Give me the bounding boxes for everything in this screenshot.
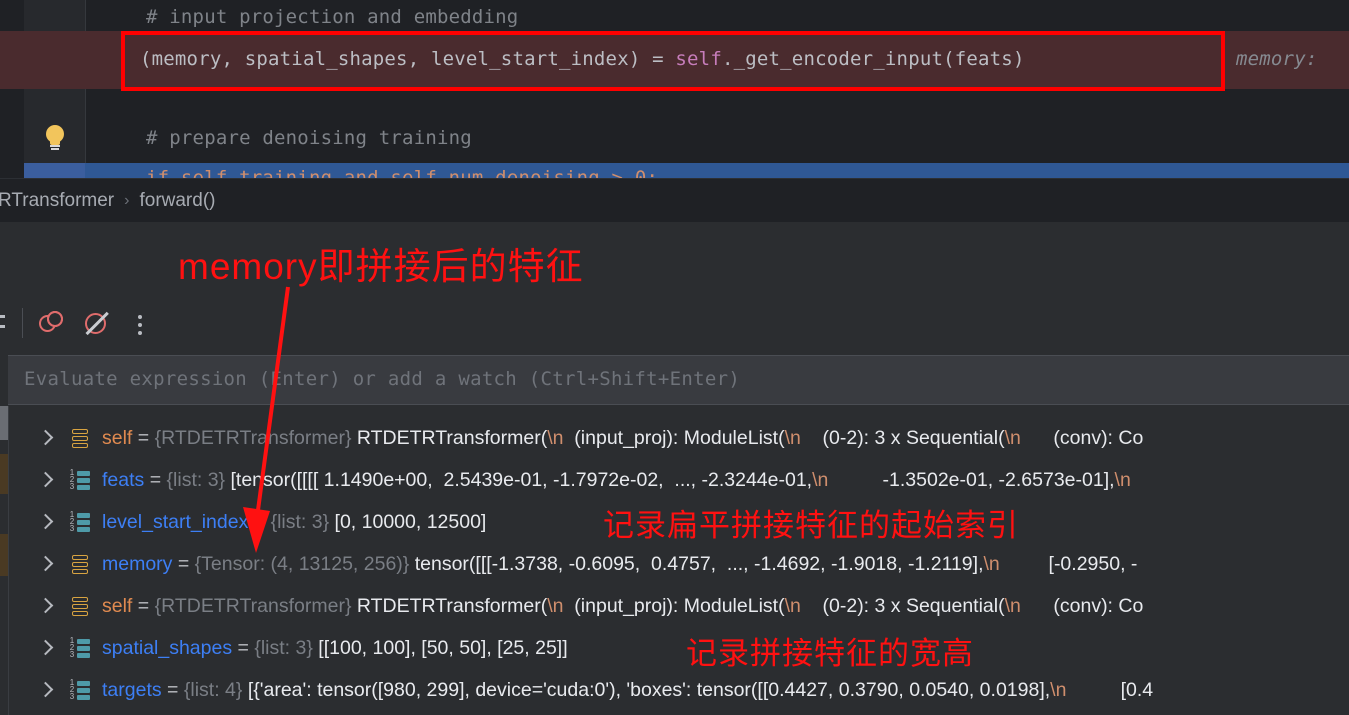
chevron-right-icon[interactable] (36, 429, 54, 447)
variable-row[interactable]: 1 2 3 targets = {list: 4} [{'area': tensor(… (8, 670, 1349, 712)
code-token-call: ._get_encoder_input(feats) (721, 48, 1025, 70)
code-token-assign-lhs: (memory, spatial_shapes, level_start_ind… (140, 48, 676, 70)
variable-row[interactable]: 1 2 3 level_start_index = {list: 3} [0, 100… (8, 502, 1349, 544)
variables-panel[interactable]: self = {RTDETRTransformer} RTDETRTransfo… (0, 406, 1349, 715)
variable-type: {list: 3} (254, 637, 313, 659)
editor-line-gutter[interactable] (24, 0, 86, 178)
variable-text: level_start_index = {list: 3} [0, 10000,… (102, 509, 486, 536)
variable-name: feats (102, 469, 145, 491)
chevron-right-icon[interactable] (36, 555, 54, 573)
annotation-band (0, 222, 1349, 296)
variable-name: spatial_shapes (102, 637, 233, 659)
variable-row[interactable]: 1 2 3 spatial_shapes = {list: 3} [[100, 100… (8, 628, 1349, 670)
variable-text: self = {RTDETRTransformer} RTDETRTransfo… (102, 425, 1143, 452)
object-icon (68, 595, 92, 619)
variable-type: {list: 3} (166, 469, 226, 491)
evaluate-placeholder: Evaluate expression (Enter) or add a wat… (24, 368, 741, 390)
variable-equals: = (232, 637, 255, 659)
variable-type: {RTDETRTransformer} (154, 427, 352, 449)
variables-marker-strip (0, 406, 8, 715)
marker-segment (0, 406, 8, 440)
variable-type: {list: 3} (270, 511, 330, 533)
variable-text: feats = {list: 3} [tensor([[[[ 1.1490e+0… (102, 467, 1131, 494)
variable-value: RTDETRTransformer(\n (input_proj): Modul… (351, 427, 1144, 449)
inlay-hint-memory: memory: (1236, 48, 1318, 70)
chevron-right-icon[interactable] (36, 681, 54, 699)
variable-value: RTDETRTransformer(\n (input_proj): Modul… (351, 595, 1144, 617)
variable-text: spatial_shapes = {list: 3} [[100, 100], … (102, 635, 568, 662)
list-icon: 123 (68, 469, 92, 493)
evaluate-expression-bar: Evaluate expression (Enter) or add a wat… (0, 352, 1349, 406)
variable-row[interactable]: 1 2 3 feats = {list: 3} [tensor([[[[ 1.1490… (8, 460, 1349, 502)
evaluate-input[interactable]: Evaluate expression (Enter) or add a wat… (8, 355, 1349, 405)
variable-equals: = (132, 427, 155, 449)
variable-equals: = (144, 469, 167, 491)
code-comment-input-projection: # input projection and embedding (146, 6, 519, 28)
breadcrumb-item-method[interactable]: forward() (139, 190, 215, 212)
variable-equals: = (161, 679, 184, 701)
variable-name: level_start_index (102, 511, 249, 533)
list-icon: 123 (68, 679, 92, 703)
toolbar-overflow-icon[interactable] (0, 310, 8, 334)
chevron-right-icon[interactable] (36, 639, 54, 657)
marker-segment (0, 454, 8, 494)
variable-value: tensor([[[-1.3738, -0.6095, 0.4757, ...,… (409, 553, 1138, 575)
variable-text: self = {RTDETRTransformer} RTDETRTransfo… (102, 593, 1143, 620)
variable-name: self (102, 595, 133, 617)
variable-text: targets = {list: 4} [{'area': tensor([98… (102, 677, 1153, 704)
variable-row[interactable]: self = {RTDETRTransformer} RTDETRTransfo… (8, 418, 1349, 460)
variable-name: targets (102, 679, 162, 701)
chevron-right-icon[interactable] (36, 513, 54, 531)
variable-row[interactable]: self = {RTDETRTransformer} RTDETRTransfo… (8, 586, 1349, 628)
variable-value: [{'area': tensor([980, 299], device='cud… (242, 679, 1154, 701)
breadcrumb-separator-icon: › (124, 192, 130, 209)
list-icon: 123 (68, 637, 92, 661)
editor-marker-gutter (0, 0, 24, 178)
variable-equals: = (248, 511, 271, 533)
code-token-self: self (675, 48, 722, 70)
object-icon (68, 427, 92, 451)
selected-line-gutter-highlight (24, 163, 85, 178)
variable-name: self (102, 427, 133, 449)
variable-row[interactable]: memory = {Tensor: (4, 13125, 256)} tenso… (8, 544, 1349, 586)
debugger-toolbar (0, 296, 1349, 352)
variable-type: {list: 4} (183, 679, 243, 701)
mute-breakpoints-icon[interactable] (36, 308, 68, 340)
variable-type: {RTDETRTransformer} (154, 595, 352, 617)
variable-value: [[100, 100], [50, 50], [25, 25]] (312, 637, 568, 659)
variable-value: [tensor([[[[ 1.1490e+00, 2.5439e-01, -1.… (225, 469, 1131, 491)
variable-text: memory = {Tensor: (4, 13125, 256)} tenso… (102, 551, 1137, 578)
list-icon: 123 (68, 511, 92, 535)
more-options-icon[interactable] (124, 308, 156, 340)
code-comment-prepare-denoising: # prepare denoising training (146, 127, 472, 149)
variable-value: [0, 10000, 12500] (329, 511, 487, 533)
toolbar-divider (22, 308, 23, 338)
code-editor[interactable]: # input projection and embedding (memory… (0, 0, 1349, 178)
marker-segment (0, 534, 8, 576)
code-line-if-training: if self.training and self.num_denoising … (146, 167, 659, 178)
chevron-right-icon[interactable] (36, 597, 54, 615)
no-breakpoints-icon[interactable] (80, 308, 112, 340)
object-icon (68, 553, 92, 577)
variable-type: {Tensor: (4, 13125, 256)} (194, 553, 410, 575)
chevron-right-icon[interactable] (36, 471, 54, 489)
code-line-get-encoder-input: (memory, spatial_shapes, level_start_ind… (140, 48, 1025, 70)
variable-name: memory (102, 553, 173, 575)
breadcrumb-item-class[interactable]: RTransformer (0, 190, 114, 212)
variable-equals: = (172, 553, 195, 575)
breadcrumb: RTransformer › forward() (0, 178, 1349, 223)
intention-bulb-icon[interactable] (44, 125, 66, 151)
variable-equals: = (132, 595, 155, 617)
